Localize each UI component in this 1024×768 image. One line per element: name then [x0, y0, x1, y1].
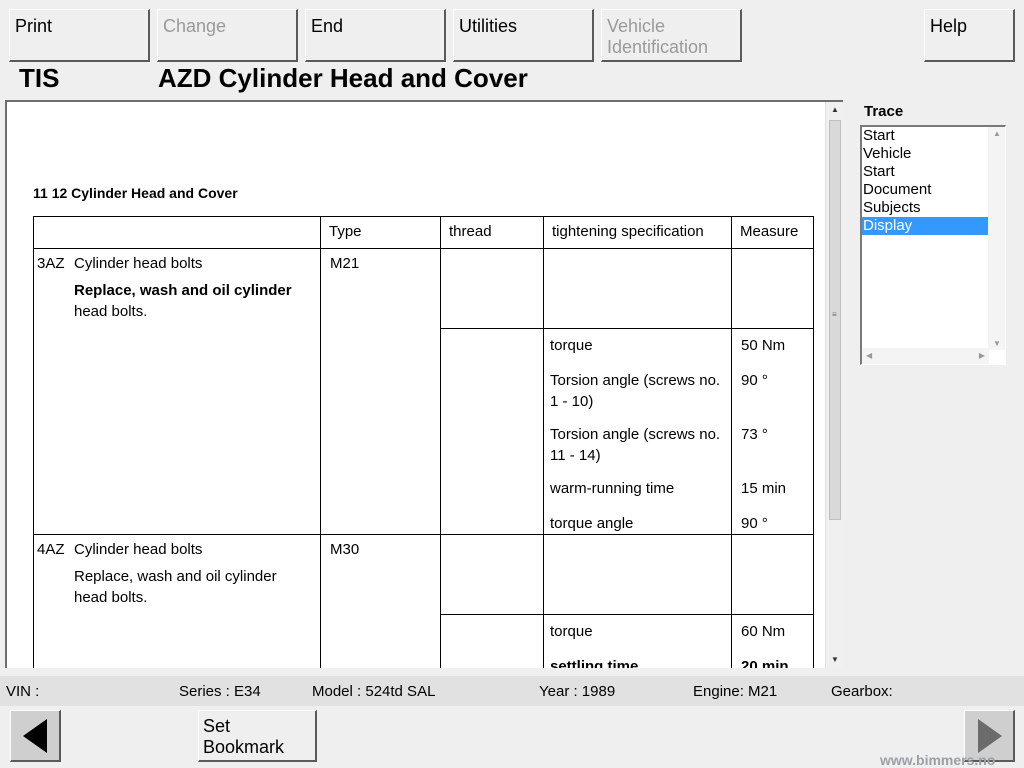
- trace-label: Trace: [864, 103, 904, 120]
- model-field: Model : 524td SAL: [312, 683, 436, 700]
- item-code: 4AZ: [37, 541, 65, 558]
- trace-item-selected[interactable]: Display: [862, 217, 989, 235]
- thread-cell: [440, 534, 544, 615]
- table-header-row: Type thread tightening specification Mea…: [33, 216, 814, 249]
- spec-cell: [543, 248, 732, 329]
- trace-item[interactable]: Subjects: [862, 199, 989, 217]
- spec-label: torque angle: [550, 515, 634, 532]
- spec-measure: 90 °: [741, 515, 768, 532]
- spec-label: torque: [550, 337, 593, 354]
- engine-field: Engine: M21: [693, 683, 778, 700]
- spec-measure: 73 °: [741, 426, 768, 443]
- year-field: Year : 1989: [539, 683, 616, 700]
- status-bar: VIN : Series : E34 Model : 524td SAL Yea…: [0, 676, 1024, 706]
- item-description-cell: 3AZ Cylinder head bolts Replace, wash an…: [33, 248, 321, 535]
- spec-measure: 15 min: [741, 480, 787, 497]
- trace-item[interactable]: Vehicle: [862, 145, 989, 163]
- spec-measure: 50 Nm: [741, 337, 786, 354]
- spec-label: settling time: [550, 658, 639, 668]
- item-type: M30: [330, 541, 360, 558]
- print-button[interactable]: Print: [9, 9, 150, 62]
- item-description-cell: 4AZ Cylinder head bolts Replace, wash an…: [33, 534, 321, 668]
- spec-label: Torsion angle (screws no. 11 - 14): [550, 426, 721, 464]
- type-cell: M30: [320, 534, 441, 668]
- item-instruction: Replace, wash and oil cylinder head bolt…: [74, 568, 277, 606]
- document-vertical-scrollbar[interactable]: ▲ ≡ ▼: [825, 102, 843, 668]
- measure-cell: [731, 248, 814, 329]
- item-code: 3AZ: [37, 255, 65, 272]
- type-cell: M21: [320, 248, 441, 535]
- column-header-type: Type: [320, 216, 441, 249]
- column-header-tightening-specification: tightening specification: [543, 216, 732, 249]
- column-header-measure: Measure: [731, 216, 814, 249]
- table-row: 3AZ Cylinder head bolts Replace, wash an…: [33, 248, 814, 535]
- trace-list[interactable]: Start Vehicle Start Document Subjects Di…: [860, 125, 1006, 365]
- triangle-left-icon: [23, 719, 47, 753]
- trace-item[interactable]: Start: [862, 127, 989, 145]
- specification-table: Type thread tightening specification Mea…: [33, 216, 814, 668]
- scroll-right-icon[interactable]: ▶: [979, 351, 985, 360]
- utilities-button[interactable]: Utilities: [453, 9, 594, 62]
- spec-measure: 20 min: [741, 658, 789, 668]
- watermark-text: www.bimmers.no: [880, 752, 996, 768]
- scroll-left-icon[interactable]: ◀: [866, 351, 872, 360]
- end-button[interactable]: End: [305, 9, 446, 62]
- vehicle-identification-button[interactable]: Vehicle Identification: [601, 9, 742, 62]
- scroll-down-icon[interactable]: ▼: [993, 339, 1001, 348]
- document-content: 11 12 Cylinder Head and Cover Type threa…: [7, 102, 825, 668]
- set-bookmark-button[interactable]: Set Bookmark: [198, 710, 317, 762]
- scroll-up-icon[interactable]: ▲: [993, 129, 1001, 138]
- section-heading: 11 12 Cylinder Head and Cover: [33, 185, 238, 201]
- scroll-down-icon[interactable]: ▼: [826, 652, 843, 668]
- column-header-thread: thread: [440, 216, 544, 249]
- measure-list-cell: 50 Nm 90 ° 73 ° 15 min 90 °: [731, 328, 814, 535]
- spec-measure: 60 Nm: [741, 623, 786, 640]
- item-title: Cylinder head bolts: [74, 541, 203, 558]
- help-button[interactable]: Help: [924, 9, 1015, 62]
- page-title: AZD Cylinder Head and Cover: [158, 63, 528, 93]
- item-instruction-bold: Replace, wash and oil cylinder: [74, 282, 292, 299]
- trace-item[interactable]: Document: [862, 181, 989, 199]
- scrollbar-thumb[interactable]: ≡: [829, 120, 841, 520]
- spec-cell: [543, 534, 732, 615]
- thread-cell: [440, 248, 544, 329]
- change-button[interactable]: Change: [157, 9, 298, 62]
- table-row: 4AZ Cylinder head bolts Replace, wash an…: [33, 534, 814, 668]
- document-viewer: 11 12 Cylinder Head and Cover Type threa…: [5, 100, 843, 668]
- spec-list-cell: torque Torsion angle (screws no. 1 - 10)…: [543, 328, 732, 535]
- item-title: Cylinder head bolts: [74, 255, 203, 272]
- grip-icon: ≡: [832, 310, 837, 319]
- scroll-up-icon[interactable]: ▲: [826, 102, 843, 118]
- measure-cell: [731, 534, 814, 615]
- trace-item[interactable]: Start: [862, 163, 989, 181]
- measure-list-cell: 60 Nm 20 min: [731, 614, 814, 668]
- trace-vertical-scrollbar[interactable]: ▲ ▼: [988, 127, 1005, 350]
- back-button[interactable]: [10, 710, 61, 762]
- series-field: Series : E34: [179, 683, 261, 700]
- item-type: M21: [330, 255, 360, 272]
- spec-label: warm-running time: [550, 480, 675, 497]
- vin-field: VIN :: [6, 683, 40, 700]
- spec-list-cell: torque settling time: [543, 614, 732, 668]
- gearbox-field: Gearbox:: [831, 683, 893, 700]
- spec-label: Torsion angle (screws no. 1 - 10): [550, 372, 721, 410]
- item-instruction-rest: head bolts.: [74, 303, 148, 320]
- thread-cell: [440, 614, 544, 668]
- trace-horizontal-scrollbar[interactable]: ◀ ▶: [862, 348, 989, 364]
- spec-label: torque: [550, 623, 593, 640]
- spec-measure: 90 °: [741, 372, 768, 389]
- header-blank: [33, 216, 321, 249]
- thread-cell: [440, 328, 544, 535]
- app-name: TIS: [19, 63, 60, 93]
